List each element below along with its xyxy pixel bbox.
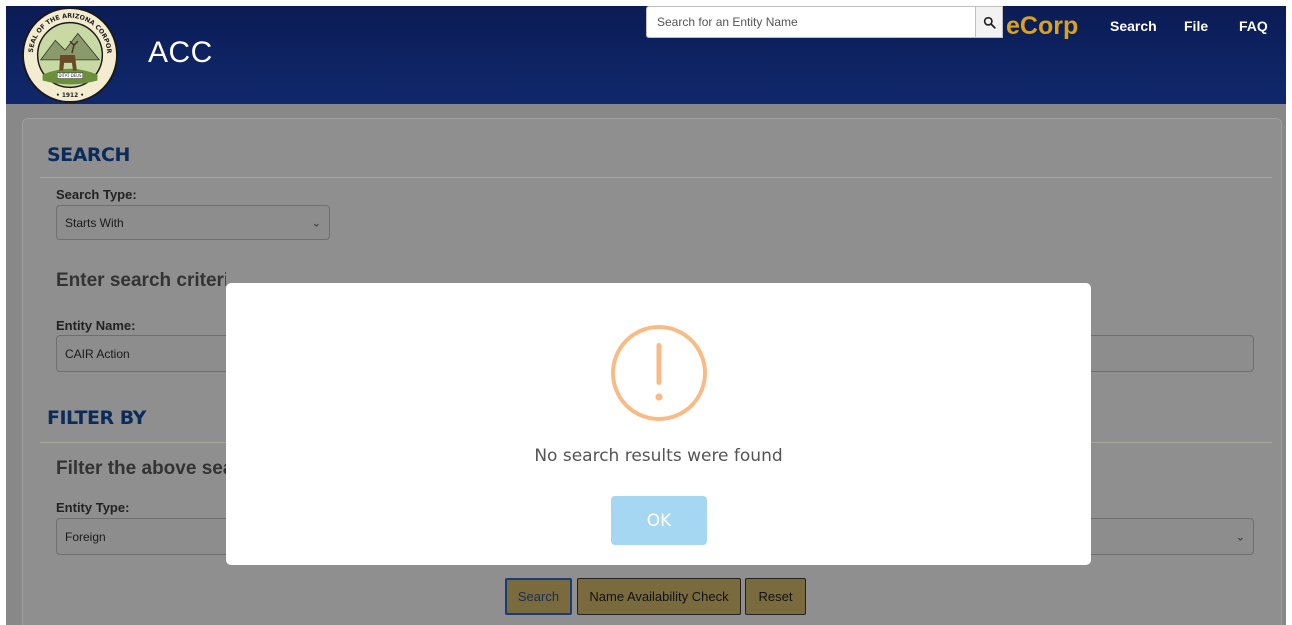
reset-button[interactable]: Reset [745,578,806,615]
nav-search[interactable]: Search [1110,18,1157,34]
entity-type-value: Foreign [65,529,106,544]
search-submit-button[interactable] [975,6,1003,38]
search-type-value: Starts With [65,215,124,230]
search-type-select[interactable]: Starts With ⌄ [56,205,330,240]
ok-button[interactable]: OK [611,496,707,545]
nav-file[interactable]: File [1184,18,1208,34]
chevron-down-icon: ⌄ [311,217,321,229]
brand-name[interactable]: ACC [148,36,213,70]
search-section-title: SEARCH [47,144,130,166]
alert-message: No search results were found [534,446,783,466]
entity-type-label: Entity Type: [56,500,130,515]
criteria-heading: Enter search criteria into one of the be… [56,270,226,291]
global-search [646,6,1003,38]
ecorp-brand[interactable]: eCorp [1006,12,1078,41]
warning-icon [611,325,707,421]
search-type-label: Search Type: [56,187,137,202]
acc-seal-logo[interactable]: DITAT DEUS SEAL OF THE ARIZONA CORPORATI… [20,6,120,104]
chevron-down-icon: ⌄ [1235,531,1245,543]
entity-search-input[interactable] [646,6,975,38]
filter-heading: Filter the above search [56,458,226,479]
filter-section-title: FILTER BY [47,407,146,429]
entity-name-value: CAIR Action [65,346,130,361]
entity-name-label: Entity Name: [56,318,136,333]
svg-text:DITAT DEUS: DITAT DEUS [58,73,82,78]
svg-text:• 1912 •: • 1912 • [56,93,84,99]
nav-faq[interactable]: FAQ [1239,18,1268,34]
name-availability-check-button[interactable]: Name Availability Check [577,578,741,615]
alert-dialog: No search results were found OK [226,283,1091,565]
site-header: DITAT DEUS SEAL OF THE ARIZONA CORPORATI… [6,6,1286,104]
magnifier-icon [983,16,996,29]
search-button[interactable]: Search [505,578,572,615]
divider [40,177,1272,178]
